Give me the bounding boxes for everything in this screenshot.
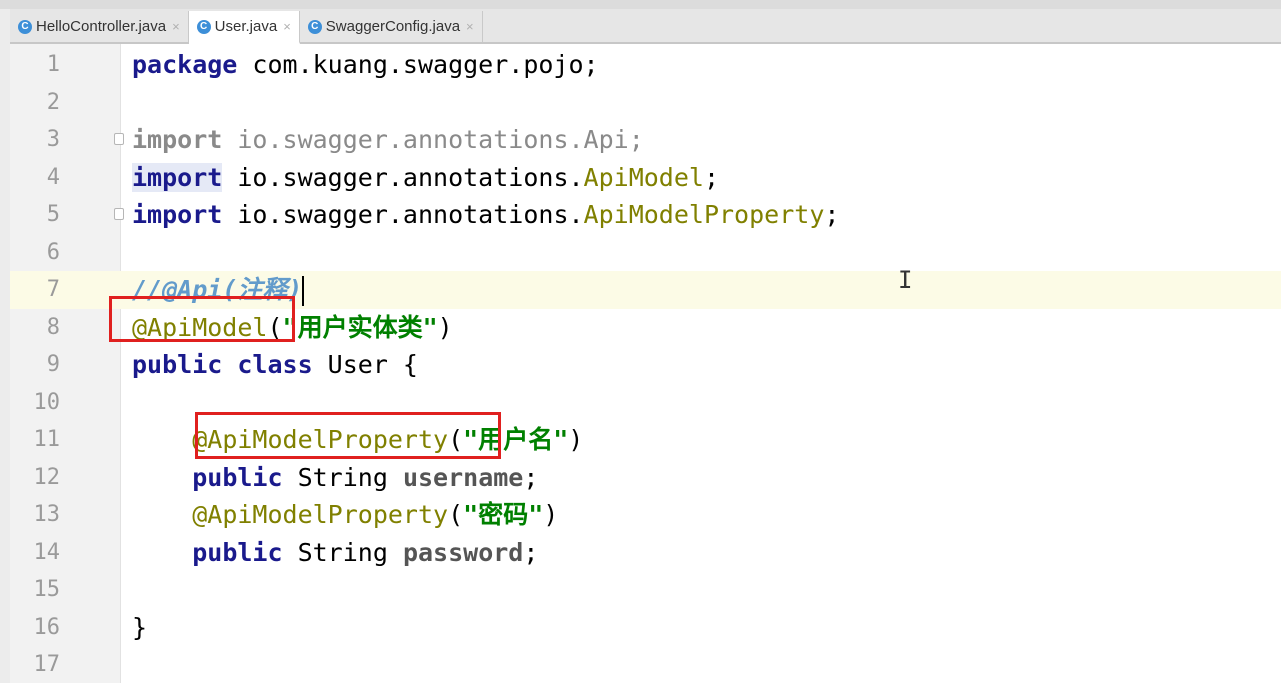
class-name: ApiModel — [583, 162, 704, 192]
code-text: ) — [437, 312, 453, 342]
keyword: import — [132, 125, 223, 154]
line-number: 8 — [46, 314, 60, 340]
text-caret — [302, 276, 305, 306]
editor-tab-bar: C HelloController.java × C User.java × C… — [10, 9, 1281, 44]
tab-label: User.java — [214, 18, 278, 35]
highlight-box-apimodel — [109, 296, 295, 342]
line-number: 2 — [46, 89, 60, 115]
code-text: ; — [824, 200, 840, 229]
code-line: 6 — [10, 234, 1281, 272]
close-icon[interactable]: × — [172, 19, 180, 34]
java-class-icon: C — [307, 19, 322, 34]
close-icon[interactable]: × — [283, 19, 291, 34]
line-number: 11 — [33, 427, 61, 452]
code-editor[interactable]: 1 package com.kuang.swagger.pojo; 2 3 im… — [10, 44, 1281, 683]
code-text: ; — [523, 537, 539, 567]
keyword: import — [132, 162, 223, 192]
line-number: 6 — [46, 239, 60, 265]
code-text: String — [282, 462, 403, 492]
code-text: ; — [523, 462, 539, 492]
line-number: 5 — [46, 202, 60, 227]
line-number: 1 — [46, 52, 60, 77]
tab-swaggerconfig[interactable]: C SwaggerConfig.java × — [300, 11, 483, 42]
close-icon[interactable]: × — [466, 19, 474, 34]
java-class-icon: C — [196, 19, 211, 34]
window-top-strip — [0, 0, 1281, 9]
line-number: 9 — [46, 352, 60, 377]
annotation: @ApiModelProperty — [192, 500, 449, 529]
code-line: 17 — [10, 646, 1281, 684]
mouse-ibeam-cursor-icon: I — [898, 266, 913, 294]
line-number: 14 — [33, 539, 61, 565]
line-number: 15 — [33, 577, 61, 602]
code-line: 4 import io.swagger.annotations.ApiModel… — [10, 159, 1281, 197]
code-text: ( — [448, 500, 464, 529]
line-number: 3 — [46, 127, 60, 152]
code-line: 15 — [10, 571, 1281, 609]
code-text: } — [132, 612, 148, 642]
keyword: public — [192, 462, 283, 492]
string-literal: "密码" — [463, 500, 544, 529]
line-number: 16 — [33, 614, 61, 640]
highlight-box-apimodelproperty — [195, 412, 501, 459]
code-line: 3 import io.swagger.annotations.Api; — [10, 121, 1281, 159]
code-line: 2 — [10, 84, 1281, 122]
tab-label: SwaggerConfig.java — [325, 18, 461, 35]
keyword: import — [132, 200, 223, 229]
java-class-icon: C — [18, 19, 32, 34]
code-line: 14 public String password; — [10, 534, 1281, 572]
code-text: ) — [568, 425, 584, 454]
line-number: 10 — [33, 389, 61, 415]
field-name: username — [402, 462, 524, 492]
tab-hellocontroller[interactable]: C HelloController.java × — [10, 11, 189, 42]
line-number: 4 — [46, 164, 60, 190]
line-number: 12 — [33, 464, 61, 490]
code-line: 5 import io.swagger.annotations.ApiModel… — [10, 196, 1281, 234]
code-text: io.swagger.annotations. — [222, 200, 584, 229]
line-number: 7 — [46, 277, 60, 302]
code-text: String — [282, 537, 403, 567]
code-line: 13 @ApiModelProperty("密码") — [10, 496, 1281, 534]
fold-marker-icon[interactable] — [114, 133, 124, 145]
code-text: ) — [543, 500, 559, 529]
keyword: package — [132, 50, 238, 79]
tab-user[interactable]: C User.java × — [188, 11, 300, 44]
string-literal: "用户实体类" — [282, 312, 438, 342]
code-text: io.swagger.annotations. — [222, 162, 584, 192]
code-text: io.swagger.annotations.Api; — [222, 125, 644, 154]
line-number: 13 — [33, 502, 61, 527]
code-line: 12 public String username; — [10, 459, 1281, 497]
field-name: password — [402, 537, 524, 567]
class-name: ApiModelProperty — [583, 200, 825, 229]
fold-marker-icon[interactable] — [114, 208, 124, 220]
code-line: 16 } — [10, 609, 1281, 647]
keyword: public — [192, 537, 283, 567]
code-line: 1 package com.kuang.swagger.pojo; — [10, 46, 1281, 84]
code-line: 9 public class User { — [10, 346, 1281, 384]
code-text: com.kuang.swagger.pojo; — [237, 50, 599, 79]
code-text: User { — [312, 350, 418, 379]
keyword: public class — [132, 350, 313, 379]
tab-label: HelloController.java — [36, 18, 167, 35]
line-number: 17 — [33, 652, 61, 677]
code-text: ; — [703, 162, 720, 192]
